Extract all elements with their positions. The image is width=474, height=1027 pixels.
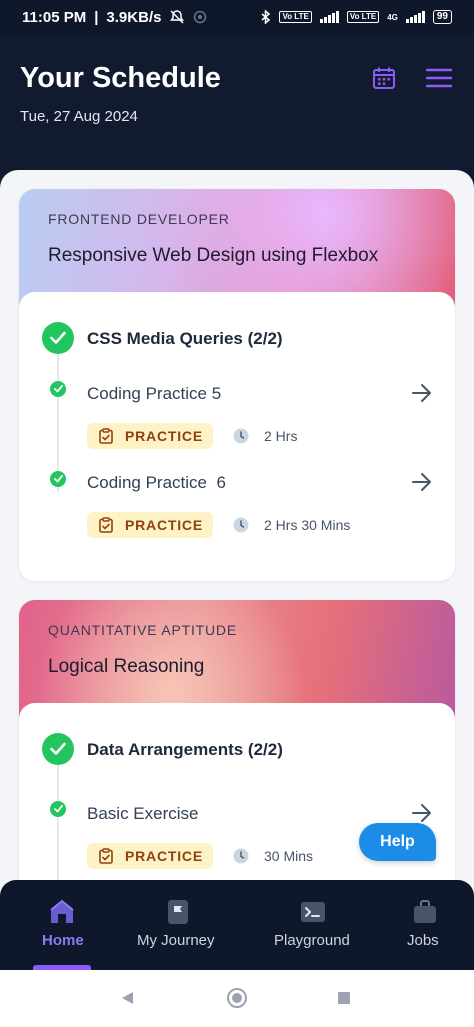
practice-tag: PRACTICE <box>87 423 213 449</box>
arrow-right-icon[interactable] <box>411 472 433 492</box>
item-title[interactable]: Coding Practice 5 <box>87 384 221 404</box>
arrow-right-icon[interactable] <box>411 383 433 403</box>
course-category: QUANTITATIVE APTITUDE <box>48 622 237 638</box>
calendar-icon[interactable] <box>372 66 396 90</box>
back-icon[interactable] <box>120 991 134 1005</box>
course-category: FRONTEND DEVELOPER <box>48 211 230 227</box>
hamburger-menu-icon[interactable] <box>426 68 452 88</box>
course-card[interactable]: FRONTEND DEVELOPER Responsive Web Design… <box>19 189 455 581</box>
page-date: Tue, 27 Aug 2024 <box>20 108 138 125</box>
volte-badge-2: Vo LTE <box>346 11 380 23</box>
clipboard-icon <box>99 517 113 533</box>
item-complete-check-icon <box>50 381 66 397</box>
schedule-content[interactable]: FRONTEND DEVELOPER Responsive Web Design… <box>0 170 474 882</box>
item-complete-check-icon <box>50 801 66 817</box>
status-speed: 3.9KB/s <box>106 8 162 26</box>
bluetooth-icon <box>261 10 271 24</box>
tag-label: PRACTICE <box>125 428 203 444</box>
system-nav-bar <box>0 970 474 1027</box>
clipboard-icon <box>99 848 113 864</box>
arrow-right-icon[interactable] <box>411 803 433 823</box>
nav-item-home[interactable]: Home <box>0 880 124 970</box>
recents-icon[interactable] <box>338 992 350 1004</box>
network-type: 4G <box>387 12 398 22</box>
nav-label-home: Home <box>42 932 84 949</box>
status-left: 11:05 PM | 3.9KB/s <box>22 9 207 26</box>
course-title: Responsive Web Design using Flexbox <box>48 245 379 266</box>
duration-text: 2 Hrs 30 Mins <box>264 517 351 533</box>
timeline-line <box>57 344 59 492</box>
timeline-line <box>57 755 59 882</box>
battery-icon: 99 <box>432 10 452 24</box>
status-right: Vo LTE Vo LTE 4G 99 <box>261 10 452 24</box>
module-title: Data Arrangements (2/2) <box>87 740 283 759</box>
clock-icon <box>233 517 249 533</box>
status-separator: | <box>94 8 99 26</box>
briefcase-icon <box>414 900 436 923</box>
privacy-icon <box>194 10 207 24</box>
duration-text: 2 Hrs <box>264 428 298 444</box>
nav-item-playground[interactable]: Playground <box>262 880 364 970</box>
nav-label-my-journey: My Journey <box>137 932 215 949</box>
signal-icon-1 <box>319 11 339 23</box>
nav-label-jobs: Jobs <box>407 932 439 949</box>
page-title: Your Schedule <box>20 62 221 94</box>
item-title[interactable]: Basic Exercise <box>87 804 198 824</box>
signal-icon-2 <box>405 11 425 23</box>
bottom-nav: Home My Journey Playground Jobs <box>0 880 474 970</box>
home-icon <box>50 899 74 923</box>
tag-label: PRACTICE <box>125 517 203 533</box>
terminal-icon <box>301 902 325 922</box>
mute-bell-icon <box>170 10 185 24</box>
help-button[interactable]: Help <box>359 823 436 861</box>
item-complete-check-icon <box>50 471 66 487</box>
tag-label: PRACTICE <box>125 848 203 864</box>
clipboard-icon <box>99 428 113 444</box>
module-title: CSS Media Queries (2/2) <box>87 329 283 348</box>
flag-icon <box>168 900 188 924</box>
status-time: 11:05 PM <box>22 8 87 26</box>
volte-badge-1: Vo LTE <box>279 11 312 23</box>
practice-tag: PRACTICE <box>87 512 213 538</box>
nav-label-playground: Playground <box>274 932 350 949</box>
course-card-body: CSS Media Queries (2/2) Coding Practice … <box>19 292 455 581</box>
nav-item-my-journey[interactable]: My Journey <box>124 880 234 970</box>
duration-text: 30 Mins <box>264 848 314 864</box>
clock-icon <box>233 428 249 444</box>
clock-icon <box>233 848 249 864</box>
practice-tag: PRACTICE <box>87 843 213 869</box>
home-button-icon[interactable] <box>227 988 247 1008</box>
course-title: Logical Reasoning <box>48 656 205 677</box>
module-complete-check-icon <box>42 322 74 354</box>
status-bar: 11:05 PM | 3.9KB/s Vo LTE Vo LTE 4G 99 <box>0 0 474 34</box>
nav-item-jobs[interactable]: Jobs <box>392 880 474 970</box>
module-complete-check-icon <box>42 733 74 765</box>
item-title[interactable]: Coding Practice 6 <box>87 473 226 493</box>
